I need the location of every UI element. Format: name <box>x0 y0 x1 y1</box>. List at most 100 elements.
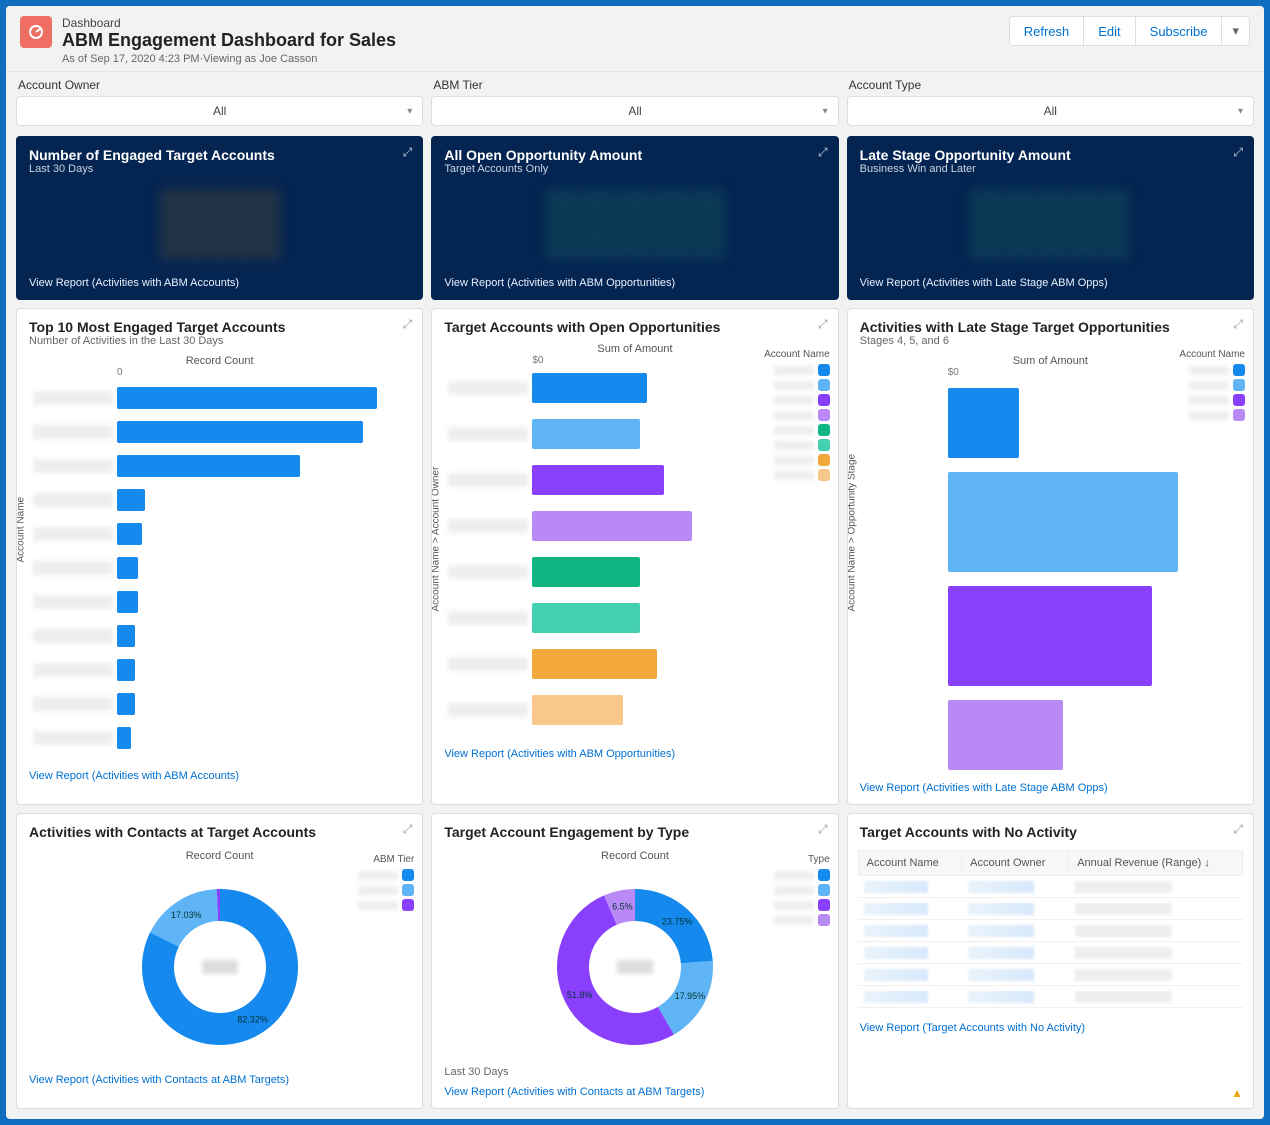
subscribe-button[interactable]: Subscribe <box>1135 16 1223 46</box>
card-title: Target Accounts with No Activity <box>860 824 1241 840</box>
metric-card-engaged-accounts: ⤢ Number of Engaged Target Accounts Last… <box>16 136 423 300</box>
bar-row <box>532 510 757 542</box>
filter-label: ABM Tier <box>431 72 838 96</box>
view-report-link[interactable]: View Report (Activities with Late Stage … <box>848 774 1253 804</box>
table-row[interactable] <box>858 876 1242 898</box>
column-header[interactable]: Account Name <box>858 851 962 876</box>
table-row[interactable] <box>858 898 1242 920</box>
bar-row <box>532 694 757 726</box>
svg-text:51.8%: 51.8% <box>567 990 593 1000</box>
card-subtitle: Target Accounts Only <box>444 163 825 175</box>
bar-row <box>117 656 412 684</box>
expand-icon[interactable]: ⤢ <box>403 145 413 160</box>
bar-row <box>948 388 1020 458</box>
card-footer-sub: Last 30 Days <box>432 1066 837 1078</box>
expand-icon[interactable]: ⤢ <box>818 145 828 160</box>
expand-icon[interactable]: ⤢ <box>403 822 413 837</box>
table-row[interactable] <box>858 920 1242 942</box>
expand-icon[interactable]: ⤢ <box>403 317 413 332</box>
dashboard-icon <box>20 16 52 48</box>
table-row[interactable] <box>858 942 1242 964</box>
expand-icon[interactable]: ⤢ <box>1233 822 1243 837</box>
expand-icon[interactable]: ⤢ <box>818 317 828 332</box>
metric-card-late-stage: ⤢ Late Stage Opportunity Amount Business… <box>847 136 1254 300</box>
view-report-link[interactable]: View Report (Activities with ABM Account… <box>17 762 422 792</box>
warning-icon: ▲ <box>1231 1086 1243 1100</box>
bar-row <box>117 520 412 548</box>
filter-label: Account Type <box>847 72 1254 96</box>
bar-row <box>117 588 412 616</box>
chart-late-stage-opportunities: ⤢ Activities with Late Stage Target Oppo… <box>847 308 1254 805</box>
column-header[interactable]: Annual Revenue (Range) ↓ <box>1069 851 1243 876</box>
bar-row <box>948 700 1063 770</box>
chart-top10-accounts: ⤢ Top 10 Most Engaged Target Accounts Nu… <box>16 308 423 805</box>
bar-row <box>532 602 757 634</box>
data-table: Account Name Account Owner Annual Revenu… <box>858 850 1243 1008</box>
bar-row <box>532 418 757 450</box>
bar-row <box>532 372 757 404</box>
table-row[interactable] <box>858 964 1242 986</box>
refresh-button[interactable]: Refresh <box>1009 16 1085 46</box>
chart-legend: Account Name <box>764 349 830 484</box>
bar-row <box>117 486 412 514</box>
axis-label-left: Account Name > Opportunity Stage <box>847 454 858 612</box>
card-title: Number of Engaged Target Accounts <box>29 147 410 163</box>
chart-legend: Type <box>774 854 830 929</box>
card-title: Target Account Engagement by Type <box>444 824 825 840</box>
chart-engagement-by-type: ⤢ Target Account Engagement by Type Reco… <box>431 813 838 1109</box>
card-title: All Open Opportunity Amount <box>444 147 825 163</box>
view-report-link[interactable]: View Report (Activities with Contacts at… <box>432 1078 837 1108</box>
page-title: ABM Engagement Dashboard for Sales <box>62 30 396 51</box>
bar-row <box>948 472 1178 572</box>
axis-label-top: Record Count <box>27 355 412 367</box>
account-owner-filter[interactable]: All▾ <box>16 96 423 126</box>
table-no-activity: ⤢ Target Accounts with No Activity Accou… <box>847 813 1254 1109</box>
bar-row <box>117 554 412 582</box>
chevron-down-icon: ▾ <box>823 106 828 117</box>
table-row[interactable] <box>858 986 1242 1008</box>
view-report-link[interactable]: View Report (Activities with ABM Account… <box>17 269 422 299</box>
chart-activities-contacts: ⤢ Activities with Contacts at Target Acc… <box>16 813 423 1109</box>
bar-row <box>117 418 412 446</box>
account-type-filter[interactable]: All▾ <box>847 96 1254 126</box>
svg-text:82.32%: 82.32% <box>237 1015 268 1025</box>
svg-text:23.75%: 23.75% <box>662 916 693 926</box>
card-title: Activities with Late Stage Target Opport… <box>860 319 1241 335</box>
bar-row <box>117 690 412 718</box>
view-report-link[interactable]: View Report (Activities with Late Stage … <box>848 269 1253 299</box>
svg-text:6.5%: 6.5% <box>612 901 633 911</box>
bar-row <box>117 384 412 412</box>
page-meta: As of Sep 17, 2020 4:23 PM·Viewing as Jo… <box>62 53 396 65</box>
breadcrumb: Dashboard <box>62 16 396 30</box>
view-report-link[interactable]: View Report (Activities with ABM Opportu… <box>432 740 837 770</box>
bar-row <box>948 586 1152 686</box>
axis-label-left: Account Name <box>16 496 27 562</box>
card-title: Late Stage Opportunity Amount <box>860 147 1241 163</box>
card-title: Target Accounts with Open Opportunities <box>444 319 825 335</box>
chart-legend: ABM Tier <box>358 854 414 914</box>
abm-tier-filter[interactable]: All▾ <box>431 96 838 126</box>
view-report-link[interactable]: View Report (Activities with Contacts at… <box>17 1066 422 1096</box>
expand-icon[interactable]: ⤢ <box>818 822 828 837</box>
expand-icon[interactable]: ⤢ <box>1233 317 1243 332</box>
column-header[interactable]: Account Owner <box>962 851 1069 876</box>
expand-icon[interactable]: ⤢ <box>1233 145 1243 160</box>
donut-chart: 82.32% 17.03% <box>125 872 315 1062</box>
axis-label-left: Account Name > Account Owner <box>431 467 442 612</box>
more-menu-button[interactable]: ▾ <box>1221 16 1250 46</box>
chart-open-opportunities: ⤢ Target Accounts with Open Opportunitie… <box>431 308 838 805</box>
bar-row <box>117 452 412 480</box>
view-report-link[interactable]: View Report (Target Accounts with No Act… <box>848 1014 1253 1044</box>
bar-row <box>117 622 412 650</box>
metric-card-open-opportunity: ⤢ All Open Opportunity Amount Target Acc… <box>431 136 838 300</box>
filter-bar: Account Owner All▾ ABM Tier All▾ Account… <box>6 72 1264 136</box>
svg-text:17.03%: 17.03% <box>171 910 202 920</box>
view-report-link[interactable]: View Report (Activities with ABM Opportu… <box>432 269 837 299</box>
edit-button[interactable]: Edit <box>1083 16 1135 46</box>
card-subtitle: Number of Activities in the Last 30 Days <box>29 335 410 347</box>
bar-row <box>532 556 757 588</box>
filter-label: Account Owner <box>16 72 423 96</box>
chart-legend: Account Name <box>1179 349 1245 424</box>
chevron-down-icon: ▾ <box>1238 106 1243 117</box>
card-title: Top 10 Most Engaged Target Accounts <box>29 319 410 335</box>
